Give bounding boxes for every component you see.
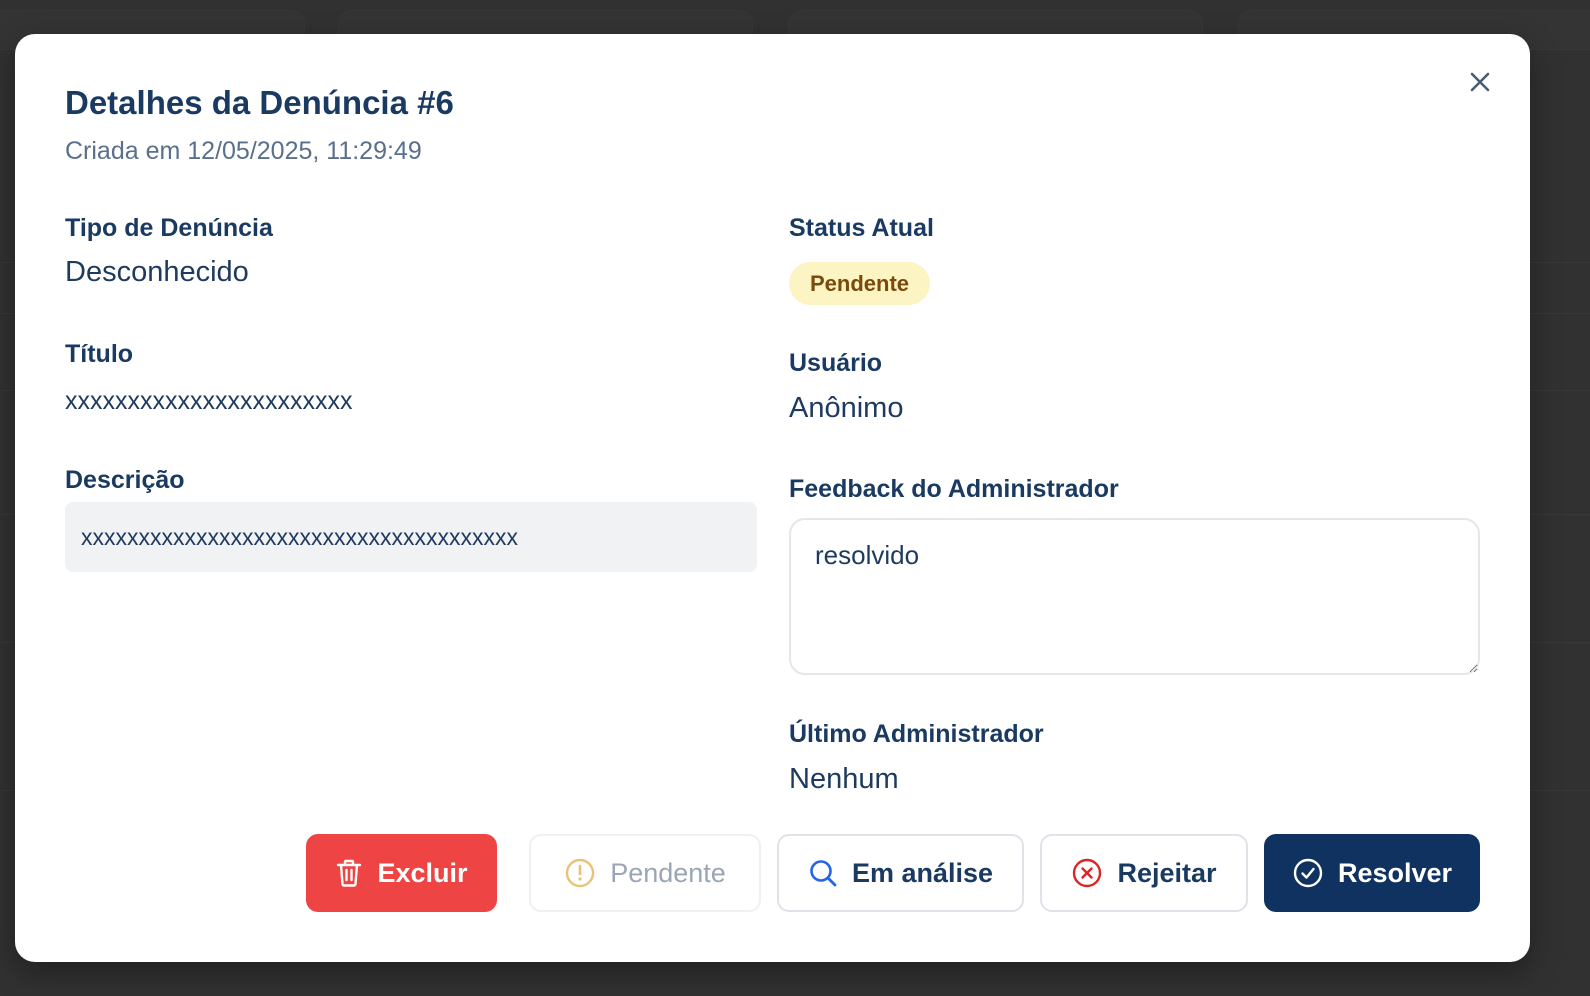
user-value: Anônimo [789, 392, 904, 424]
search-icon [810, 860, 837, 887]
user-label: Usuário [789, 349, 883, 377]
check-circle-icon [1293, 858, 1323, 888]
delete-button[interactable]: Excluir [306, 834, 497, 912]
title-label: Título [65, 340, 134, 368]
analysis-label: Em análise [851, 857, 994, 888]
title-value: xxxxxxxxxxxxxxxxxxxxxxx [65, 387, 353, 415]
resolve-label: Resolver [1337, 857, 1453, 888]
report-details-modal: Detalhes da Denúncia #6 Criada em 12/05/… [15, 34, 1530, 962]
created-at: Criada em 12/05/2025, 11:29:49 [65, 137, 422, 165]
mark-pending-button[interactable]: Pendente [529, 834, 761, 912]
last-admin-value: Nenhum [789, 763, 899, 795]
report-type-value: Desconhecido [65, 256, 249, 288]
alert-circle-icon [565, 858, 595, 888]
feedback-textarea[interactable]: resolvido [789, 518, 1480, 675]
description-value: xxxxxxxxxxxxxxxxxxxxxxxxxxxxxxxxxxxxxx [65, 502, 757, 572]
feedback-label: Feedback do Administrador [789, 475, 1119, 503]
close-icon [1470, 72, 1490, 92]
last-admin-label: Último Administrador [789, 720, 1044, 748]
resolve-button[interactable]: Resolver [1264, 834, 1480, 912]
close-button[interactable] [1464, 66, 1496, 98]
status-label: Status Atual [789, 214, 934, 242]
x-circle-icon [1073, 858, 1102, 888]
pending-label: Pendente [610, 857, 726, 888]
report-type-label: Tipo de Denúncia [65, 214, 273, 242]
delete-label: Excluir [377, 857, 468, 888]
description-label: Descrição [65, 466, 185, 494]
status-badge: Pendente [789, 262, 931, 305]
trash-icon [337, 859, 362, 887]
reject-label: Rejeitar [1117, 857, 1217, 888]
modal-title: Detalhes da Denúncia #6 [65, 84, 454, 121]
mark-in-analysis-button[interactable]: Em análise [777, 834, 1024, 912]
reject-button[interactable]: Rejeitar [1040, 834, 1248, 912]
